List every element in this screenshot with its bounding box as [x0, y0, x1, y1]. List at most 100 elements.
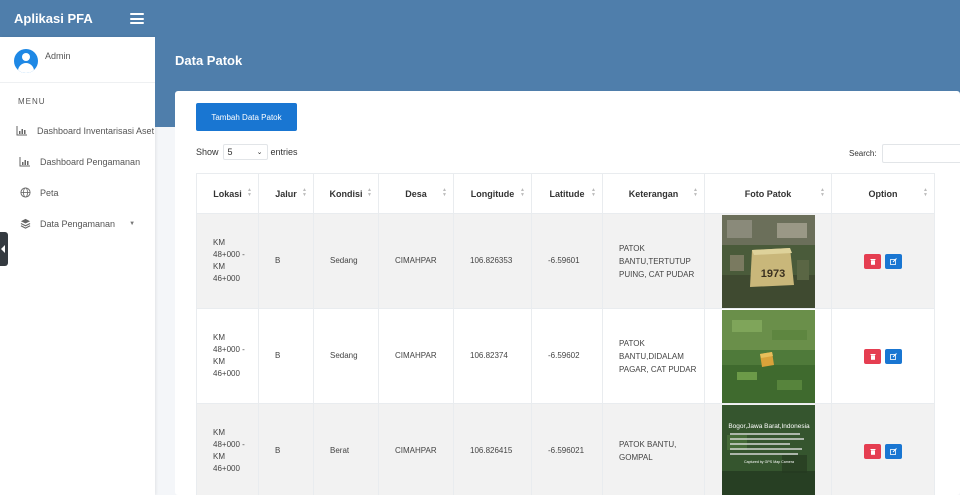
cell-option — [831, 213, 935, 309]
th-desa[interactable]: Desa ▲ ▼ — [378, 173, 454, 214]
search-box: Search: — [849, 144, 960, 163]
sidebar: Admin MENU Dashboard Inventarisasi Aset … — [0, 37, 155, 495]
sidebar-toggle-handle[interactable] — [0, 232, 8, 266]
user-panel: Admin — [0, 37, 155, 83]
patok-photo-image[interactable] — [721, 309, 815, 403]
cell-latitude: -6.596021 — [531, 403, 603, 495]
delete-button[interactable] — [864, 253, 881, 269]
caret-down-icon: ▼ — [129, 220, 136, 227]
header-label: Latitude — [549, 188, 585, 199]
table-row: KM 48+000 - KM 46+000 B Sedang CIMAHPAR … — [196, 213, 935, 309]
hamburger-menu-icon[interactable] — [130, 13, 144, 24]
photo-caption-text: Bogor,Jawa Barat,Indonesia — [728, 423, 810, 430]
sidebar-item-label: Peta — [40, 187, 59, 198]
trash-icon — [870, 448, 875, 455]
edit-button[interactable] — [885, 443, 902, 459]
edit-icon — [890, 257, 897, 265]
data-card: Tambah Data Patok Show 5 ⌄ entries Searc… — [175, 91, 960, 495]
menu-header: MENU — [18, 97, 46, 106]
show-label: Show — [196, 147, 219, 157]
entries-value: 5 — [227, 147, 233, 157]
th-keterangan[interactable]: Keterangan ▲ ▼ — [602, 173, 705, 214]
cell-lokasi: KM 48+000 - KM 46+000 — [196, 308, 259, 404]
cell-option — [831, 308, 935, 404]
sort-icon: ▲ ▼ — [247, 187, 252, 198]
add-patok-button[interactable]: Tambah Data Patok — [196, 103, 297, 131]
sort-icon: ▲ ▼ — [591, 187, 596, 198]
page-title: Data Patok — [175, 53, 243, 68]
edit-icon — [890, 447, 897, 455]
sidebar-item-dashboard-pengamanan[interactable]: Dashboard Pengamanan — [0, 146, 155, 177]
header-label: Kondisi — [329, 188, 363, 199]
th-lokasi[interactable]: Lokasi ▲ ▼ — [196, 173, 259, 214]
cell-longitude: 106.826353 — [453, 213, 532, 309]
sidebar-item-dashboard-inventarisasi[interactable]: Dashboard Inventarisasi Aset — [0, 115, 155, 146]
cell-latitude: -6.59602 — [531, 308, 603, 404]
edit-button[interactable] — [885, 253, 902, 269]
table-row: KM 48+000 - KM 46+000 B Berat CIMAHPAR 1… — [196, 403, 935, 495]
cell-longitude: 106.82374 — [453, 308, 532, 404]
header-label: Foto Patok — [744, 188, 792, 199]
cell-foto: Bogor,Jawa Barat,Indonesia Captured by G… — [704, 403, 832, 495]
sidebar-item-data-pengamanan[interactable]: Data Pengamanan ▼ — [0, 208, 155, 239]
header-label: Lokasi — [213, 188, 242, 199]
sidebar-item-label: Dashboard Inventarisasi Aset — [37, 125, 155, 136]
sort-icon: ▲ ▼ — [520, 187, 525, 198]
cell-lokasi: KM 48+000 - KM 46+000 — [196, 213, 259, 309]
header-label: Option — [868, 188, 898, 199]
cell-latitude: -6.59601 — [531, 213, 603, 309]
cell-foto — [704, 308, 832, 404]
th-foto-patok[interactable]: Foto Patok ▲ ▼ — [704, 173, 832, 214]
th-option[interactable]: Option ▲ ▼ — [831, 173, 935, 214]
data-table: Lokasi ▲ ▼ Jalur ▲ ▼ Kondisi ▲ ▼ Desa ▲ ▼ Longit… — [196, 173, 935, 495]
header-label: Jalur — [275, 188, 297, 199]
user-avatar-icon — [14, 49, 38, 73]
search-input[interactable] — [881, 144, 960, 163]
cell-desa: CIMAHPAR — [378, 308, 454, 404]
patok-photo-image[interactable]: Bogor,Jawa Barat,Indonesia Captured by G… — [721, 404, 815, 495]
bar-chart-icon — [18, 156, 32, 168]
entries-select[interactable]: 5 ⌄ — [222, 144, 268, 160]
header-label: Longitude — [470, 188, 515, 199]
edit-icon — [890, 352, 897, 360]
photo-marker-text: 1973 — [760, 268, 784, 280]
th-longitude[interactable]: Longitude ▲ ▼ — [453, 173, 532, 214]
cell-lokasi: KM 48+000 - KM 46+000 — [196, 403, 259, 495]
cell-kondisi: Sedang — [313, 213, 379, 309]
sidebar-item-label: Dashboard Pengamanan — [40, 156, 141, 167]
chevron-down-icon: ⌄ — [256, 149, 263, 156]
cell-option — [831, 403, 935, 495]
sort-icon: ▲ ▼ — [442, 187, 447, 198]
globe-icon — [18, 187, 32, 199]
delete-button[interactable] — [864, 348, 881, 364]
cell-keterangan: PATOK BANTU,TERTUTUP PUING, CAT PUDAR — [602, 213, 705, 309]
show-entries: Show 5 ⌄ entries — [196, 144, 298, 160]
entries-label: entries — [270, 147, 298, 157]
header-label: Keterangan — [628, 188, 679, 199]
trash-icon — [870, 258, 875, 265]
sort-icon: ▲ ▼ — [302, 187, 307, 198]
delete-button[interactable] — [864, 443, 881, 459]
trash-icon — [870, 353, 875, 360]
cell-jalur: B — [258, 403, 314, 495]
cell-desa: CIMAHPAR — [378, 213, 454, 309]
th-latitude[interactable]: Latitude ▲ ▼ — [531, 173, 603, 214]
user-name[interactable]: Admin — [45, 51, 71, 61]
cell-longitude: 106.826415 — [453, 403, 532, 495]
th-kondisi[interactable]: Kondisi ▲ ▼ — [313, 173, 379, 214]
photo-footer-text: Captured by GPS Map Camera — [744, 460, 794, 464]
cell-jalur: B — [258, 213, 314, 309]
sidebar-item-peta[interactable]: Peta — [0, 177, 155, 208]
th-jalur[interactable]: Jalur ▲ ▼ — [258, 173, 314, 214]
app-brand[interactable]: Aplikasi PFA — [0, 11, 125, 26]
cell-keterangan: PATOK BANTU,DIDALAM PAGAR, CAT PUDAR — [602, 308, 705, 404]
sort-icon: ▲ ▼ — [923, 187, 928, 198]
bar-chart-icon — [15, 125, 29, 137]
sidebar-item-label: Data Pengamanan — [40, 218, 116, 229]
search-label: Search: — [849, 149, 877, 158]
sort-icon: ▲ ▼ — [820, 187, 825, 198]
cell-jalur: B — [258, 308, 314, 404]
patok-photo-image[interactable]: 1973 — [721, 214, 815, 308]
edit-button[interactable] — [885, 348, 902, 364]
header-label: Desa — [405, 188, 427, 199]
